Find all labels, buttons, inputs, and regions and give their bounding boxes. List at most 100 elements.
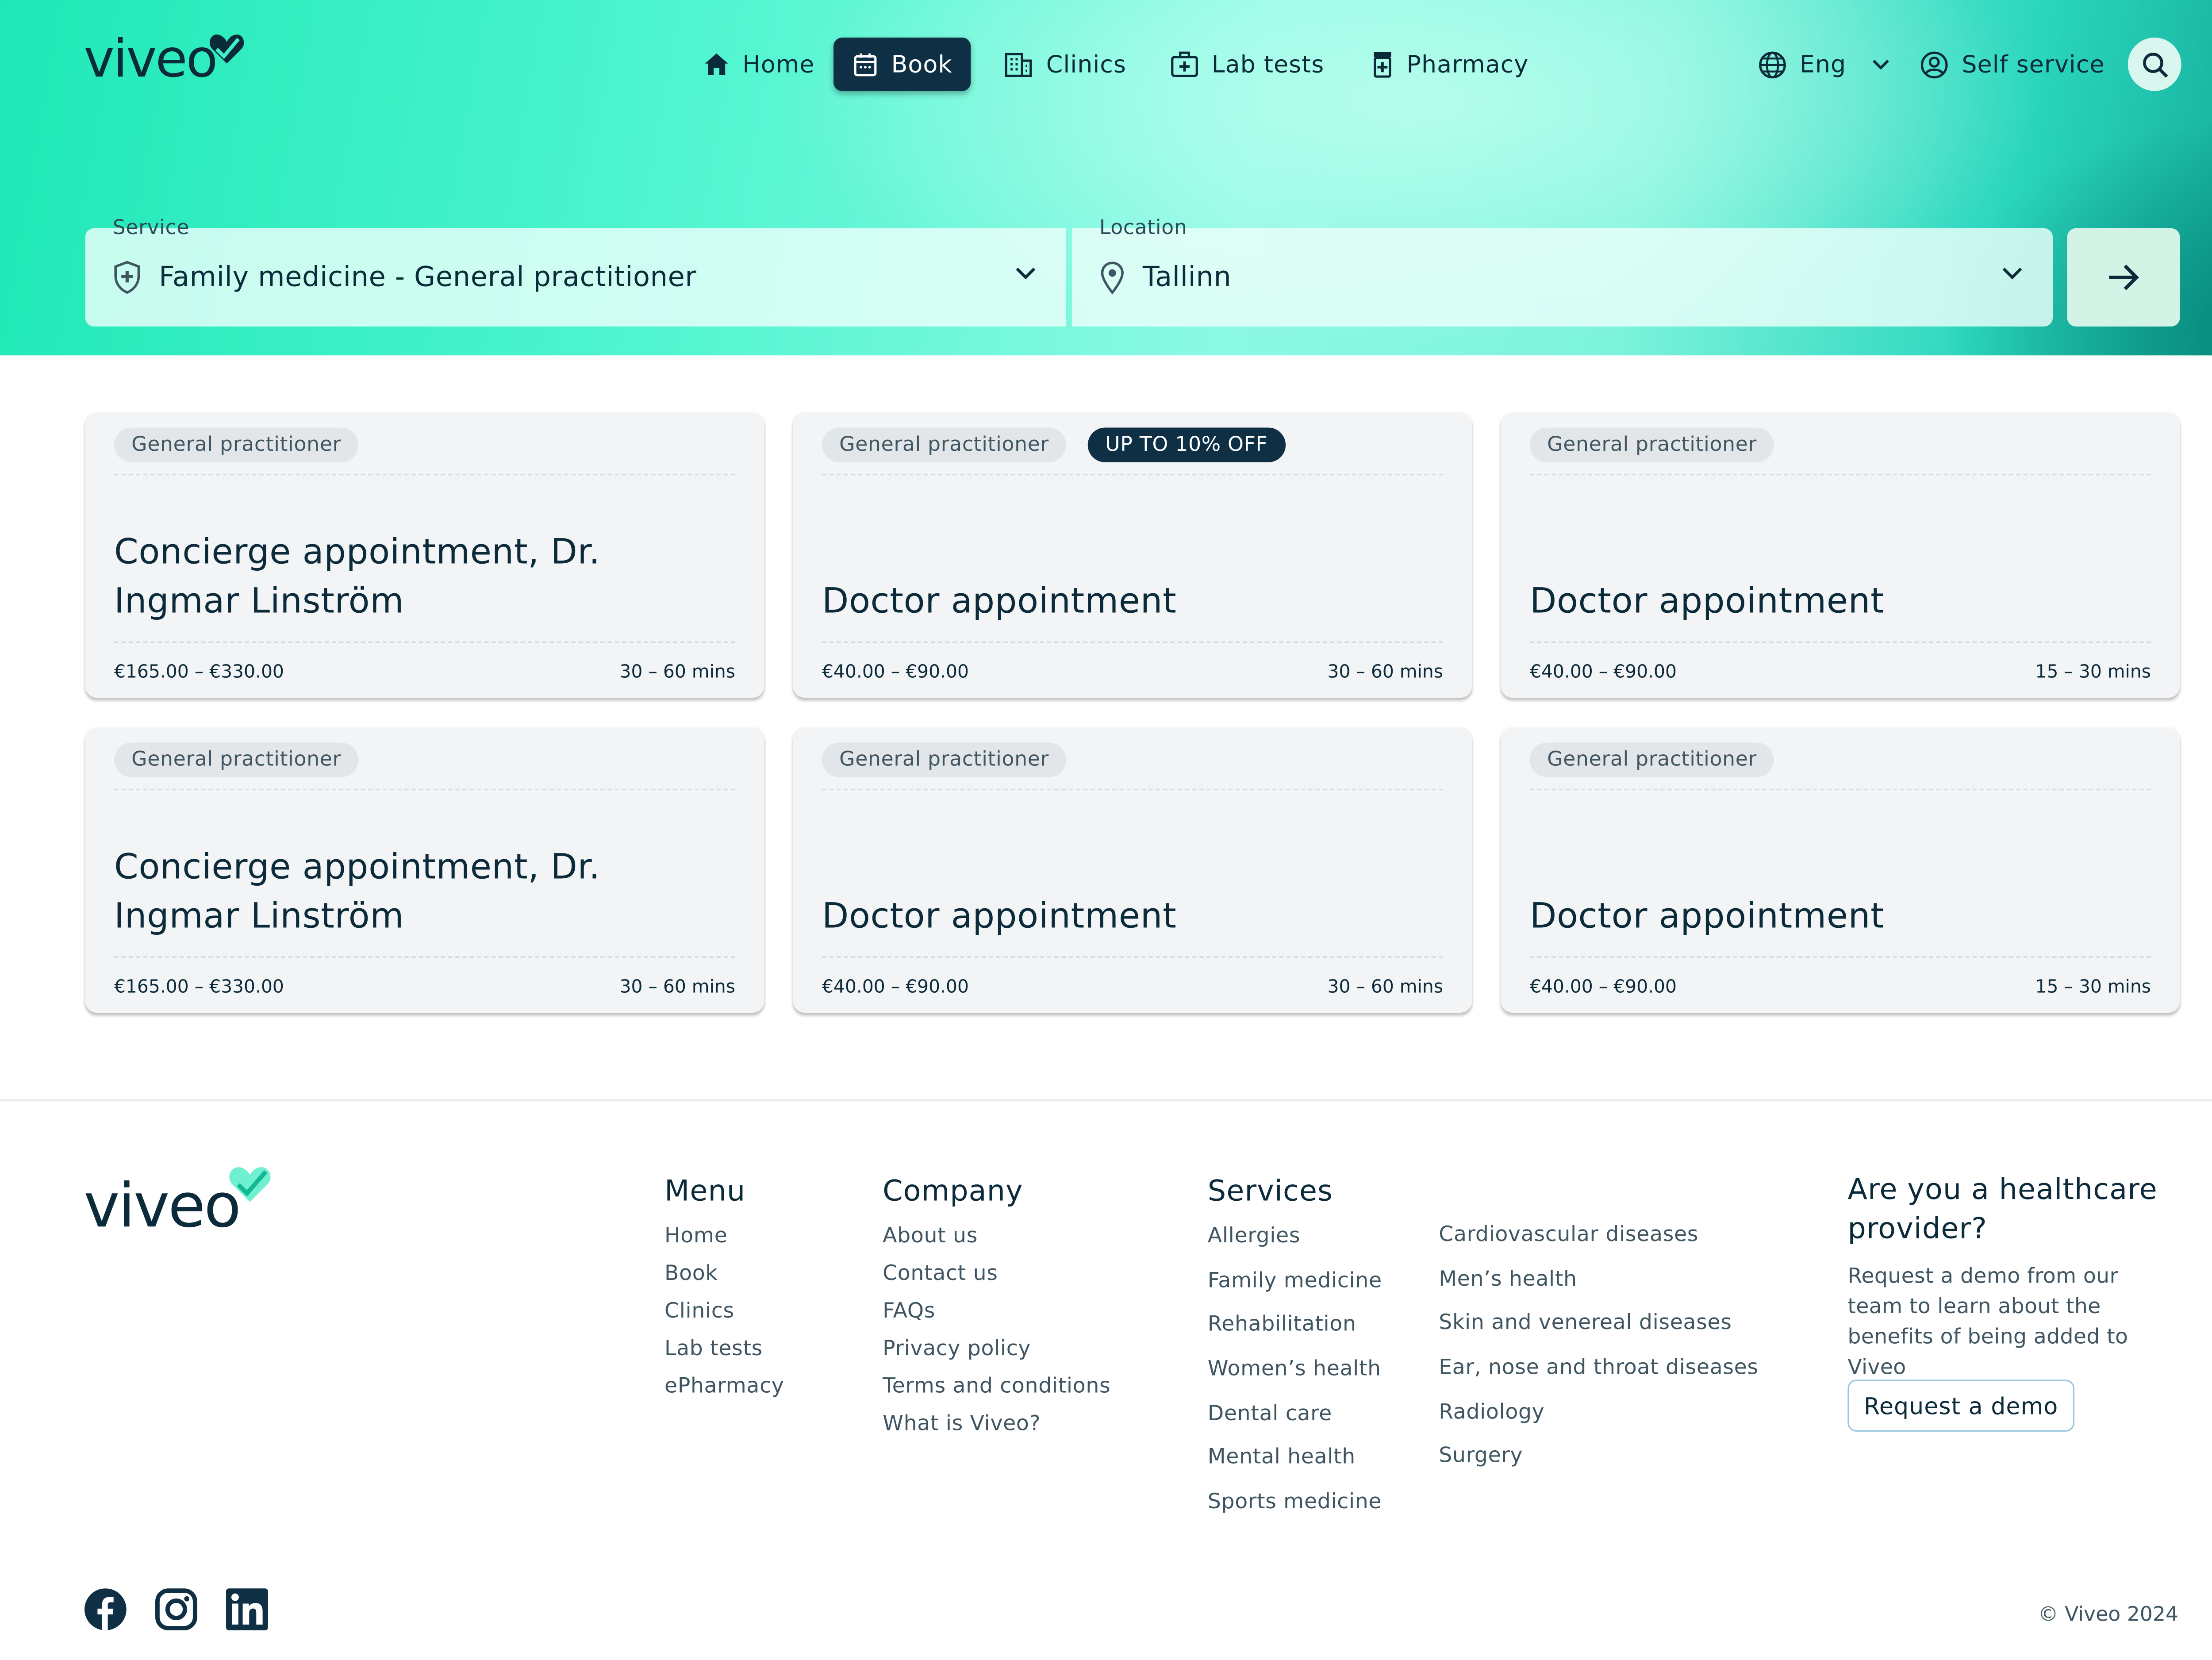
footer-link[interactable]: Rehabilitation (1208, 1314, 1382, 1358)
service-card[interactable]: General practitioner Doctor appointment … (793, 728, 1472, 1013)
logo-text: viveo (84, 1170, 241, 1241)
nav-lab-tests[interactable]: Lab tests (1151, 38, 1343, 91)
price-range: €40.00 – €90.00 (1529, 660, 1677, 682)
home-icon (705, 53, 728, 75)
divider (822, 788, 1444, 791)
duration: 15 – 30 mins (2035, 660, 2151, 682)
location-field[interactable]: Tallinn (1071, 228, 2053, 327)
divider (1529, 641, 2151, 643)
main-nav: Home Book Clinics Lab tests Pharmacy (685, 37, 1548, 91)
footer-link[interactable]: Men’s health (1439, 1268, 1758, 1312)
nav-home[interactable]: Home (685, 38, 833, 91)
copyright: © Viveo 2024 (2038, 1603, 2179, 1627)
footer-link[interactable]: Contact us (883, 1263, 1110, 1300)
divider (822, 956, 1444, 958)
nav-home-label: Home (742, 50, 815, 78)
card-title: Doctor appointment (822, 895, 1177, 936)
divider (1529, 788, 2151, 791)
chevron-down-icon (1016, 268, 1036, 280)
category-tag: General practitioner (1529, 427, 1774, 462)
chevron-down-icon (1873, 59, 1889, 69)
footer-link[interactable]: Sports medicine (1208, 1491, 1382, 1535)
linkedin-icon[interactable] (225, 1588, 269, 1631)
duration: 30 – 60 mins (1327, 660, 1444, 682)
location-label: Location (1099, 216, 1187, 240)
footer-link[interactable]: Book (664, 1263, 784, 1300)
instagram-icon[interactable] (154, 1588, 198, 1631)
service-card[interactable]: General practitioner Doctor appointment … (1501, 728, 2180, 1013)
footer-services-more: Cardiovascular diseases Men’s health Ski… (1439, 1224, 1758, 1490)
footer-link[interactable]: Allergies (1208, 1225, 1382, 1269)
nav-lab-tests-label: Lab tests (1211, 50, 1325, 78)
calendar-icon (854, 53, 877, 76)
service-field[interactable]: Family medicine - General practitioner (85, 228, 1066, 327)
search-button[interactable] (2128, 37, 2181, 91)
footer-link[interactable]: Dental care (1208, 1403, 1382, 1447)
nav-clinics[interactable]: Clinics (986, 38, 1145, 91)
viveo-logo[interactable]: viveo (84, 32, 245, 87)
divider (114, 788, 736, 791)
divider (114, 474, 736, 476)
card-title: Doctor appointment (1529, 580, 1885, 622)
divider (822, 641, 1444, 643)
card-title: Doctor appointment (1529, 895, 1885, 936)
self-service-link[interactable]: Self service (1920, 50, 2105, 79)
heart-logo-icon (209, 35, 244, 64)
service-card[interactable]: General practitioner Concierge appointme… (85, 728, 764, 1013)
building-icon (1005, 52, 1033, 77)
footer-link[interactable]: Family medicine (1208, 1269, 1382, 1314)
footer-menu: Menu Home Book Clinics Lab tests ePharma… (664, 1173, 784, 1413)
duration: 30 – 60 mins (1327, 975, 1444, 997)
duration: 30 – 60 mins (619, 660, 736, 682)
footer-link[interactable]: Surgery (1439, 1445, 1758, 1490)
language-label: Eng (1799, 50, 1847, 78)
provider-cta: Are you a healthcare provider? Request a… (1847, 1170, 2180, 1384)
language-selector[interactable]: Eng (1758, 50, 1891, 79)
footer-link[interactable]: Home (664, 1225, 784, 1263)
facebook-icon[interactable] (84, 1588, 127, 1631)
divider (114, 956, 736, 958)
footer-link[interactable]: Privacy policy (883, 1338, 1110, 1376)
search-submit-button[interactable] (2067, 228, 2180, 327)
footer-link[interactable]: Mental health (1208, 1447, 1382, 1491)
divider (1529, 474, 2151, 476)
category-tag: General practitioner (822, 742, 1067, 777)
price-range: €165.00 – €330.00 (114, 660, 284, 682)
footer-link[interactable]: Radiology (1439, 1401, 1758, 1445)
footer-link[interactable]: About us (883, 1225, 1110, 1263)
nav-clinics-label: Clinics (1046, 50, 1126, 78)
card-title: Concierge appointment, Dr. Ingmar Linstr… (114, 846, 600, 936)
provider-text: Request a demo from our team to learn ab… (1847, 1265, 2128, 1380)
logo-text: viveo (84, 30, 218, 90)
service-card[interactable]: General practitioner Concierge appointme… (85, 413, 764, 698)
nav-book[interactable]: Book (833, 37, 971, 91)
right-nav: Eng Self service (1758, 37, 2181, 91)
footer-link[interactable]: Lab tests (664, 1338, 784, 1376)
footer-link[interactable]: Skin and venereal diseases (1439, 1312, 1758, 1356)
medical-kit-icon (1171, 51, 1198, 77)
provider-title: Are you a healthcare provider? (1847, 1172, 2158, 1245)
card-title: Doctor appointment (822, 580, 1177, 622)
footer-link[interactable]: FAQs (883, 1300, 1110, 1338)
map-pin-icon (1101, 261, 1124, 295)
arrow-right-icon (2109, 265, 2139, 290)
divider (1529, 956, 2151, 958)
self-service-label: Self service (1962, 50, 2105, 78)
chevron-down-icon (2002, 268, 2022, 280)
footer-link[interactable]: What is Viveo? (883, 1413, 1110, 1450)
footer-link[interactable]: Ear, nose and throat diseases (1439, 1356, 1758, 1401)
divider (114, 641, 736, 643)
request-demo-button[interactable]: Request a demo (1847, 1379, 2074, 1432)
footer-link[interactable]: Clinics (664, 1300, 784, 1338)
footer-link[interactable]: Cardiovascular diseases (1439, 1224, 1758, 1268)
footer-services-title: Services (1207, 1173, 1333, 1208)
nav-pharmacy[interactable]: Pharmacy (1352, 38, 1547, 91)
footer-link[interactable]: Terms and conditions (883, 1376, 1110, 1413)
footer-link[interactable]: Women’s health (1208, 1358, 1382, 1403)
discount-badge: UP TO 10% OFF (1088, 427, 1285, 462)
footer-logo[interactable]: viveo (84, 1164, 273, 1237)
service-card[interactable]: General practitioner UP TO 10% OFF Docto… (793, 413, 1472, 698)
price-range: €40.00 – €90.00 (822, 975, 969, 997)
service-card[interactable]: General practitioner Doctor appointment … (1501, 413, 2180, 698)
footer-link[interactable]: ePharmacy (664, 1376, 784, 1413)
